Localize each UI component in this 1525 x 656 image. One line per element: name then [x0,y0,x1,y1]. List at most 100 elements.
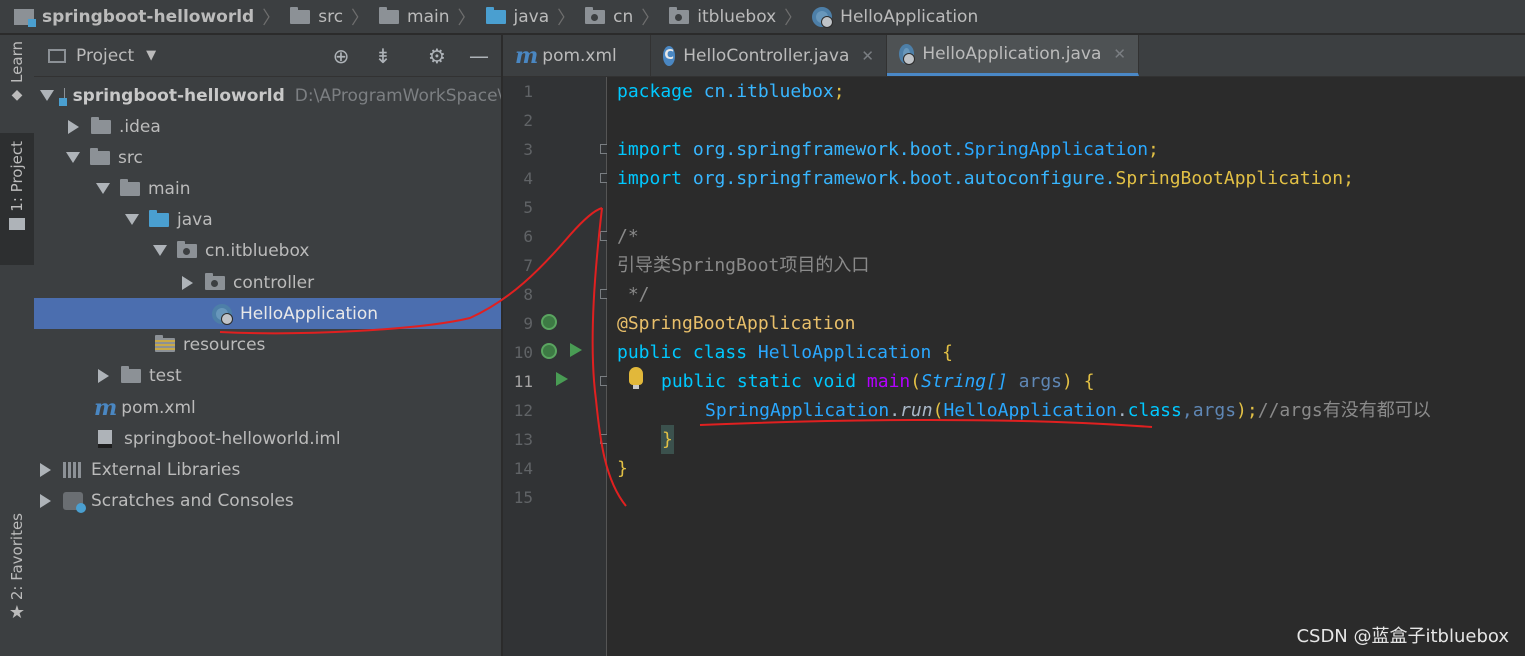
code-line-12: SpringApplication.run(HelloApplication.c… [705,400,1431,421]
line-number: 13 [513,430,533,449]
maven-icon: m [94,394,118,421]
breadcrumb-helloapplication[interactable]: HelloApplication [812,6,978,28]
line-number: 5 [523,198,533,217]
tree-item-resources[interactable]: resources [34,329,501,360]
expand-arrow-icon[interactable] [66,152,80,163]
tab-helloapplication[interactable]: HelloApplication.java ✕ [887,35,1139,76]
tree-item-test[interactable]: test [34,360,501,391]
breadcrumb-java[interactable]: java [485,6,549,27]
code-line-6: /* [617,226,639,247]
tree-item-controller[interactable]: controller [34,267,501,298]
package-icon [205,272,225,290]
package-icon [669,6,690,24]
close-icon[interactable]: ✕ [861,47,874,65]
line-number: 3 [523,140,533,159]
line-number: 2 [523,111,533,130]
breadcrumb-cn[interactable]: cn [585,6,633,27]
folder-icon [90,147,110,165]
project-view-selector[interactable]: Project [76,46,134,66]
dropdown-arrow-icon[interactable]: ▼ [146,48,156,63]
code-line-7: 引导类SpringBoot项目的入口 [617,255,870,276]
line-number: 12 [513,401,533,420]
run-icon[interactable] [556,372,568,386]
close-icon[interactable]: ✕ [1113,45,1126,63]
project-folder-icon [60,87,66,106]
collapse-arrow-icon[interactable] [98,368,109,383]
code-line-3: import org.springframework.boot.SpringAp… [617,139,1159,160]
scratches-icon [63,491,86,513]
collapse-arrow-icon[interactable] [68,119,79,134]
line-number: 15 [513,488,533,507]
favorites-tool-tab[interactable]: 2: Favorites ★ [0,513,34,633]
expand-arrow-icon[interactable] [40,90,54,101]
minimize-icon[interactable]: — [468,45,490,67]
expand-arrow-icon[interactable] [153,245,167,256]
tree-item-src[interactable]: src [34,142,501,173]
learn-tool-tab[interactable]: Learn ◆ [0,41,34,121]
watermark: CSDN @蓝盒子itbluebox [1296,626,1509,647]
breadcrumb-main[interactable]: main [379,6,450,27]
project-panel: Project ▼ ⊕ ⇟ ⚙ — springboot-helloworld … [34,35,502,656]
tree-item-scratches[interactable]: Scratches and Consoles [34,485,501,516]
spring-boot-app-icon [212,303,233,325]
folder-icon [9,217,25,230]
locate-target-icon[interactable]: ⊕ [330,45,352,67]
tree-item-idea[interactable]: .idea [34,111,501,142]
project-folder-icon [14,8,36,27]
breadcrumb-itbluebox[interactable]: itbluebox [669,6,776,27]
tree-item-helloapplication[interactable]: HelloApplication [34,298,501,329]
lightbulb-icon[interactable] [629,367,643,389]
expand-arrow-icon[interactable] [125,214,139,225]
collapse-arrow-icon[interactable] [182,275,193,290]
breadcrumb: springboot-helloworld 〉 src 〉 main 〉 jav… [0,0,1525,34]
chevron-right-icon: 〉 [457,7,476,29]
tab-hellocontroller[interactable]: C HelloController.java ✕ [651,35,887,76]
folder-icon [121,365,141,383]
code-line-9: @SpringBootApplication [617,313,856,334]
project-tool-tab[interactable]: 1: Project [0,133,34,265]
line-number: 9 [523,314,533,333]
chevron-right-icon: 〉 [262,7,281,29]
chevron-right-icon: 〉 [784,7,803,29]
graduation-cap-icon: ◆ [11,86,23,103]
tree-item-springboot-helloworld[interactable]: springboot-helloworld D:\AProgramWorkSpa… [34,80,501,111]
source-folder-icon [485,6,506,24]
code-line-11: public static void main(String[] args) { [661,371,1095,392]
line-number: 6 [523,227,533,246]
code-line-4: import org.springframework.boot.autoconf… [617,168,1354,189]
tree-item-cn-itbluebox[interactable]: cn.itbluebox [34,235,501,266]
tab-pom-xml[interactable]: m pom.xml [503,35,651,76]
line-number: 1 [523,82,533,101]
collapse-arrow-icon[interactable] [40,462,51,477]
code-editor[interactable]: package cn.itbluebox; import org.springf… [607,77,1525,656]
expand-arrow-icon[interactable] [96,183,110,194]
line-number: 11 [513,372,533,391]
collapse-all-icon[interactable]: ⇟ [372,45,394,67]
tree-item-java[interactable]: java [34,204,501,235]
line-number: 14 [513,459,533,478]
breadcrumb-project[interactable]: springboot-helloworld [14,7,254,27]
code-line-10: public class HelloApplication { [617,342,953,363]
resources-folder-icon [155,334,175,352]
chevron-right-icon: 〉 [641,7,660,29]
project-view-icon [48,48,66,63]
code-line-13: } [661,425,674,454]
library-icon [63,461,83,478]
tree-item-pom-xml[interactable]: m pom.xml [34,392,501,423]
source-folder-icon [149,209,169,227]
code-line-8: */ [617,284,650,305]
collapse-arrow-icon[interactable] [40,493,51,508]
spring-bean-icon[interactable] [541,314,557,330]
tree-item-iml[interactable]: springboot-helloworld.iml [34,423,501,454]
module-file-icon [98,429,112,448]
spring-bean-icon[interactable] [541,343,557,359]
java-class-icon: C [663,45,676,66]
line-number: 10 [513,343,533,362]
breadcrumb-src[interactable]: src [290,6,343,27]
folder-icon [290,6,311,24]
gear-icon[interactable]: ⚙ [426,45,448,67]
run-icon[interactable] [570,343,582,357]
tree-item-external-libraries[interactable]: External Libraries [34,454,501,485]
left-tool-strip: Learn ◆ 1: Project 2: Favorites ★ [0,35,35,656]
tree-item-main[interactable]: main [34,173,501,204]
